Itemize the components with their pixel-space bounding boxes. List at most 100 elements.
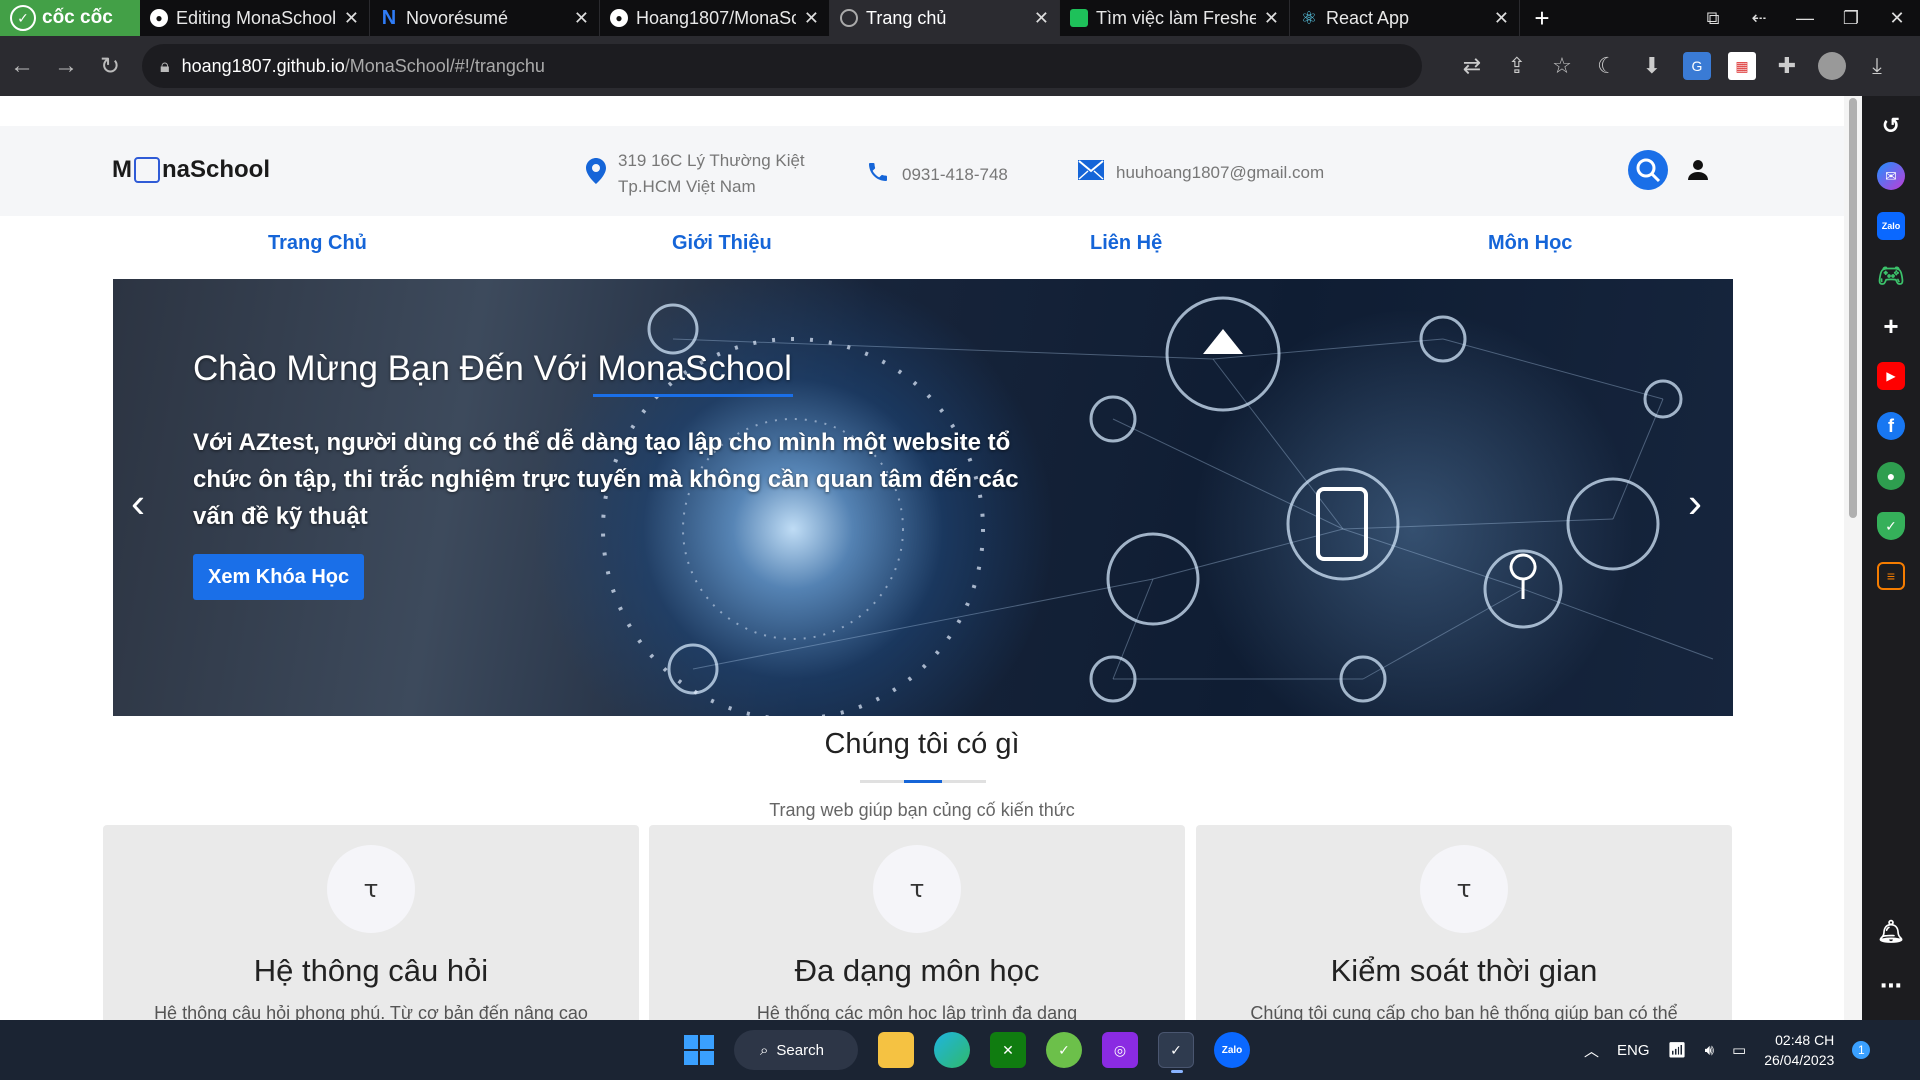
tab-github-repo[interactable]: ● Hoang1807/MonaSc ✕ <box>600 0 830 36</box>
nav-item-gioi-thieu[interactable]: Giới Thiệu <box>672 232 772 255</box>
profile-avatar[interactable] <box>1818 52 1846 80</box>
lock-icon: 🔒︎ <box>160 55 170 76</box>
web-page: M naSchool 319 16C Lý Thường Kiệt Tp.HCM… <box>0 96 1844 1020</box>
nav-item-lien-he[interactable]: Liên Hệ <box>1090 232 1162 255</box>
forward-button[interactable]: → <box>44 52 88 80</box>
email-info: huuhoang1807@gmail.com <box>1078 160 1324 186</box>
tab-novoresume[interactable]: N Novorésumé ✕ <box>370 0 600 36</box>
coccoc-app-icon[interactable]: ✓ <box>1046 1032 1082 1068</box>
shopping-app-icon[interactable]: ≡ <box>1877 562 1905 590</box>
logo-text-start: M <box>112 156 132 183</box>
feature-card-title: Đa dạng môn học <box>794 953 1040 988</box>
more-options-icon[interactable]: ⋯ <box>1877 972 1905 1000</box>
dark-mode-icon[interactable]: ☾ <box>1593 52 1621 80</box>
address-bar-row: ← → ↻ 🔒︎ hoang1807.github.io/MonaSchool/… <box>0 36 1920 96</box>
clock[interactable]: 02:48 CH 26/04/2023 <box>1764 1030 1834 1070</box>
download-media-icon[interactable]: ⬇ <box>1638 52 1666 80</box>
scrollbar-thumb[interactable] <box>1849 98 1857 518</box>
close-icon[interactable]: ✕ <box>1264 8 1279 29</box>
tab-react-app[interactable]: ⚛ React App ✕ <box>1290 0 1520 36</box>
url-field[interactable]: 🔒︎ hoang1807.github.io/MonaSchool/#!/tra… <box>142 44 1422 88</box>
coccoc-running-icon[interactable]: ✓ <box>1158 1032 1194 1073</box>
zalo-app-icon[interactable]: Zalo <box>1214 1032 1250 1068</box>
site-logo[interactable]: M naSchool <box>112 156 270 184</box>
reload-button[interactable]: ↻ <box>88 52 132 81</box>
view-courses-button[interactable]: Xem Khóa Học <box>193 554 365 600</box>
back-history-icon[interactable]: ⇠ <box>1736 8 1782 29</box>
close-icon[interactable]: ✕ <box>344 8 359 29</box>
email-address: huuhoang1807@gmail.com <box>1116 163 1325 182</box>
hero-description: Với AZtest, người dùng có thể dễ dàng tạ… <box>193 429 1019 530</box>
battery-icon[interactable]: ▭ <box>1732 1041 1746 1059</box>
windows-start-icon[interactable] <box>684 1035 714 1065</box>
football-app-icon[interactable]: ● <box>1877 462 1905 490</box>
calendar-extension-icon[interactable]: ▦ <box>1728 52 1756 80</box>
close-icon[interactable]: ✕ <box>1034 8 1049 29</box>
feature-card-desc: Chúng tôi cung cấp cho bạn hệ thống giúp… <box>1250 1003 1678 1020</box>
shield-icon[interactable]: ✓ <box>1877 512 1905 540</box>
notification-count-badge[interactable]: 1 <box>1852 1041 1871 1059</box>
search-button[interactable] <box>1628 150 1668 190</box>
phone-icon <box>866 160 890 190</box>
close-icon[interactable]: ✕ <box>574 8 589 29</box>
bookmark-star-icon[interactable]: ☆ <box>1548 52 1576 80</box>
feature-glyph-icon: ꚍ <box>1420 845 1508 933</box>
game-controller-icon[interactable]: 🎮︎ <box>1877 262 1905 290</box>
features-divider <box>860 780 986 783</box>
share-icon[interactable]: ⇪ <box>1503 52 1531 80</box>
minimize-button[interactable]: — <box>1782 8 1828 29</box>
xbox-icon[interactable]: ✕ <box>990 1032 1026 1068</box>
github-icon: ● <box>610 9 628 27</box>
downloads-icon[interactable]: ⤓ <box>1863 52 1891 80</box>
carousel-prev-icon[interactable]: ‹ <box>131 479 145 527</box>
notifications-bell-icon[interactable]: 🔔︎ <box>1877 918 1905 946</box>
address-info: 319 16C Lý Thường Kiệt Tp.HCM Việt Nam <box>586 148 805 200</box>
photo-app-icon[interactable]: ◎ <box>1102 1032 1138 1068</box>
tab-title: Hoang1807/MonaSc <box>636 7 796 28</box>
file-explorer-icon[interactable] <box>878 1032 914 1068</box>
maximize-button[interactable]: ❐ <box>1828 8 1874 29</box>
new-tab-button[interactable]: + <box>1520 0 1564 36</box>
site-header: M naSchool 319 16C Lý Thường Kiệt Tp.HCM… <box>0 126 1844 216</box>
tab-search-icon[interactable]: ⧉ <box>1690 8 1736 29</box>
show-hidden-icons-icon[interactable]: ︿ <box>1584 1040 1599 1061</box>
edge-browser-icon[interactable] <box>934 1032 970 1068</box>
back-button[interactable]: ← <box>0 52 44 80</box>
add-sidebar-app-icon[interactable]: + <box>1877 311 1905 341</box>
coccoc-logo-icon: ✓ <box>10 5 36 31</box>
url-path: /MonaSchool/#!/trangchu <box>344 55 545 76</box>
history-icon[interactable]: ↺ <box>1877 112 1905 140</box>
hero-title-underline <box>593 394 793 397</box>
translate-extension-icon[interactable]: G <box>1683 52 1711 80</box>
close-icon[interactable]: ✕ <box>1494 8 1509 29</box>
extensions-icon[interactable]: ✚ <box>1773 52 1801 80</box>
taskbar-search[interactable]: ⌕ Search <box>734 1030 858 1070</box>
nav-item-mon-hoc[interactable]: Môn Học <box>1488 232 1572 255</box>
location-pin-icon <box>586 158 606 190</box>
logo-mark-icon <box>134 157 160 183</box>
facebook-icon[interactable]: f <box>1877 412 1905 440</box>
user-account-icon[interactable] <box>1686 158 1710 182</box>
tab-trang-chu[interactable]: Trang chủ ✕ <box>830 0 1060 36</box>
close-window-button[interactable]: ✕ <box>1874 8 1920 29</box>
clock-date: 26/04/2023 <box>1764 1052 1835 1068</box>
main-nav: Trang Chủ Giới Thiệu Liên Hệ Môn Học <box>0 216 1844 276</box>
translate-icon[interactable]: ⇄ <box>1458 52 1486 80</box>
wifi-icon[interactable]: 📶︎ <box>1668 1041 1687 1059</box>
feature-card-title: Hệ thông câu hỏi <box>253 953 489 988</box>
language-indicator[interactable]: ENG <box>1617 1042 1650 1059</box>
hero-carousel: Chào Mừng Bạn Đến Với MonaSchool Với AZt… <box>113 279 1733 716</box>
tab-tim-viec[interactable]: Tìm việc làm Freshe ✕ <box>1060 0 1290 36</box>
youtube-icon[interactable]: ▶ <box>1877 362 1905 390</box>
tab-editing-monaschool[interactable]: ● Editing MonaSchool ✕ <box>140 0 370 36</box>
close-icon[interactable]: ✕ <box>804 8 819 29</box>
phone-info: 0931-418-748 <box>866 160 1008 190</box>
carousel-next-icon[interactable]: › <box>1688 479 1702 527</box>
volume-icon[interactable]: 🔊︎ <box>1705 1042 1714 1059</box>
messenger-icon[interactable]: ✉ <box>1877 162 1905 190</box>
page-scrollbar[interactable] <box>1844 96 1862 1020</box>
zalo-icon[interactable]: Zalo <box>1877 212 1905 240</box>
features-title: Chúng tôi có gì <box>824 728 1020 760</box>
coccoc-menu-button[interactable]: ✓ cốc cốc <box>0 0 140 36</box>
nav-item-trang-chu[interactable]: Trang Chủ <box>268 232 367 255</box>
